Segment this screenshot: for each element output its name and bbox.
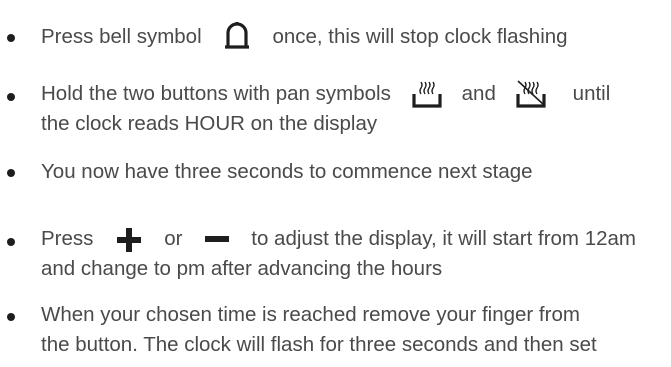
step-1-text-after: once, this will stop clock flashing: [272, 25, 568, 48]
step-4-text-after: to adjust the display, it will start fro…: [251, 227, 636, 250]
pan-heat-icon: [412, 79, 442, 109]
bullet: [7, 238, 15, 246]
step-3-text: You now have three seconds to commence n…: [41, 160, 533, 183]
instruction-list: Press bell symbol once, this will stop c…: [0, 0, 671, 367]
bullet: [7, 34, 15, 42]
step-5-line-2: the button. The clock will flash for thr…: [41, 333, 597, 356]
step-2-text-after: until: [572, 82, 611, 105]
step-4-text-before: Press: [41, 227, 94, 250]
bell-icon: [223, 22, 251, 52]
step-2-and: and: [461, 82, 496, 105]
pan-heat-off-icon: [515, 79, 547, 109]
minus-icon: [204, 226, 230, 254]
step-4-line-2: and change to pm after advancing the hou…: [41, 257, 443, 280]
step-5-line-1: When your chosen time is reached remove …: [41, 303, 580, 326]
bullet: [7, 313, 15, 321]
step-1-text-before: Press bell symbol: [41, 25, 202, 48]
bullet: [7, 93, 15, 101]
bullet: [7, 169, 15, 177]
step-4-or: or: [164, 227, 183, 250]
plus-icon: [115, 226, 143, 254]
step-2-text-before: Hold the two buttons with pan symbols: [41, 82, 391, 105]
step-2-line-2: the clock reads HOUR on the display: [41, 112, 378, 135]
